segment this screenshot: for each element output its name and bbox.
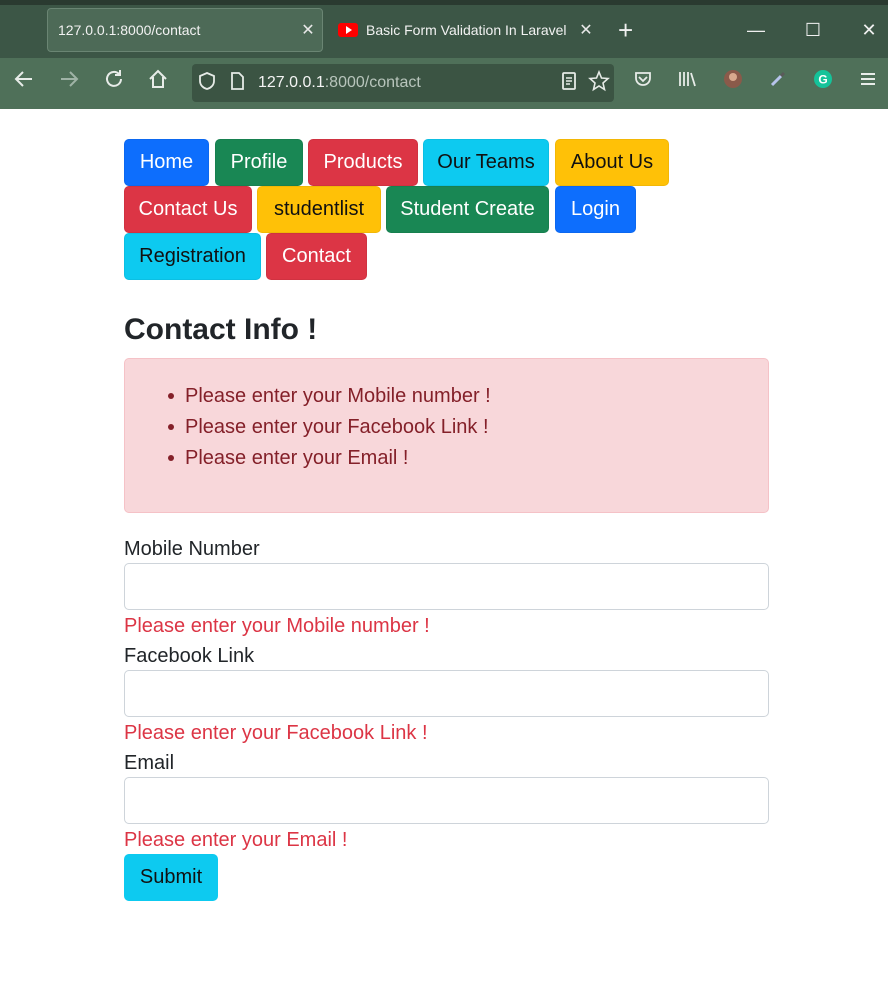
nav-student-create-button[interactable]: Student Create	[386, 186, 549, 233]
tab-title: Basic Form Validation In Laravel	[366, 22, 567, 38]
menu-icon[interactable]	[853, 68, 883, 98]
bookmark-star-icon[interactable]	[584, 69, 614, 97]
tab-strip: 127.0.0.1:8000/contact ✕ Basic Form Vali…	[0, 0, 888, 58]
tab-title: 127.0.0.1:8000/contact	[58, 22, 201, 38]
youtube-icon	[338, 23, 358, 37]
email-label: Email	[124, 752, 175, 774]
nav-about-us-button[interactable]: About Us	[555, 139, 669, 186]
facebook-input[interactable]	[124, 670, 769, 717]
address-bar[interactable]: 127.0.0.1:8000/contact	[192, 64, 614, 102]
error-alert: Please enter your Mobile number ! Please…	[124, 358, 769, 513]
nav-products-button[interactable]: Products	[308, 139, 418, 186]
url-path: :8000/contact	[324, 74, 421, 91]
email-error: Please enter your Email !	[124, 829, 348, 851]
page-icon[interactable]	[222, 71, 252, 96]
page-title: Contact Info !	[124, 313, 318, 346]
tab-youtube[interactable]: Basic Form Validation In Laravel ✕	[330, 8, 600, 52]
tab-contact[interactable]: 127.0.0.1:8000/contact ✕	[47, 8, 323, 52]
forward-icon[interactable]	[54, 68, 84, 98]
facebook-label: Facebook Link	[124, 645, 255, 667]
browser-toolbar: 127.0.0.1:8000/contact G	[0, 58, 888, 109]
browser-chrome: 127.0.0.1:8000/contact ✕ Basic Form Vali…	[0, 0, 888, 109]
window-close-icon[interactable]: ✕	[854, 14, 884, 46]
shield-icon[interactable]	[192, 71, 222, 96]
library-icon[interactable]	[673, 68, 703, 98]
error-list-item: Please enter your Email !	[168, 446, 491, 477]
avatar-extension-icon[interactable]	[718, 68, 748, 98]
nav-login-button[interactable]: Login	[555, 186, 636, 233]
mobile-label: Mobile Number	[124, 538, 260, 560]
nav-registration-button[interactable]: Registration	[124, 233, 261, 280]
pocket-icon[interactable]	[628, 68, 658, 98]
nav-home-button[interactable]: Home	[124, 139, 209, 186]
title-bar-strip	[0, 0, 888, 5]
reader-view-icon[interactable]	[554, 71, 584, 96]
nav-contact-button[interactable]: Contact	[266, 233, 367, 280]
nav-our-teams-button[interactable]: Our Teams	[423, 139, 549, 186]
email-input[interactable]	[124, 777, 769, 824]
close-icon[interactable]: ✕	[294, 20, 322, 40]
error-list-item: Please enter your Facebook Link !	[168, 415, 491, 446]
mobile-input[interactable]	[124, 563, 769, 610]
reload-icon[interactable]	[99, 68, 129, 98]
maximize-icon[interactable]: ☐	[798, 14, 828, 46]
url-host: 127.0.0.1	[258, 74, 325, 91]
error-list-item: Please enter your Mobile number !	[168, 384, 491, 415]
svg-text:G: G	[818, 73, 827, 87]
grammarly-icon[interactable]: G	[808, 68, 838, 98]
error-list: Please enter your Mobile number ! Please…	[168, 384, 491, 477]
submit-button[interactable]: Submit	[124, 854, 218, 901]
eyedropper-icon[interactable]	[763, 68, 793, 98]
nav-studentlist-button[interactable]: studentlist	[257, 186, 381, 233]
url-text[interactable]: 127.0.0.1:8000/contact	[258, 74, 554, 92]
new-tab-icon[interactable]: +	[618, 14, 633, 46]
nav-contact-us-button[interactable]: Contact Us	[124, 186, 252, 233]
nav-profile-button[interactable]: Profile	[215, 139, 303, 186]
back-icon[interactable]	[9, 68, 39, 98]
home-icon[interactable]	[143, 68, 173, 98]
mobile-error: Please enter your Mobile number !	[124, 615, 430, 637]
minimize-icon[interactable]: —	[741, 14, 771, 46]
facebook-error: Please enter your Facebook Link !	[124, 722, 428, 744]
close-icon[interactable]: ✕	[572, 20, 600, 40]
